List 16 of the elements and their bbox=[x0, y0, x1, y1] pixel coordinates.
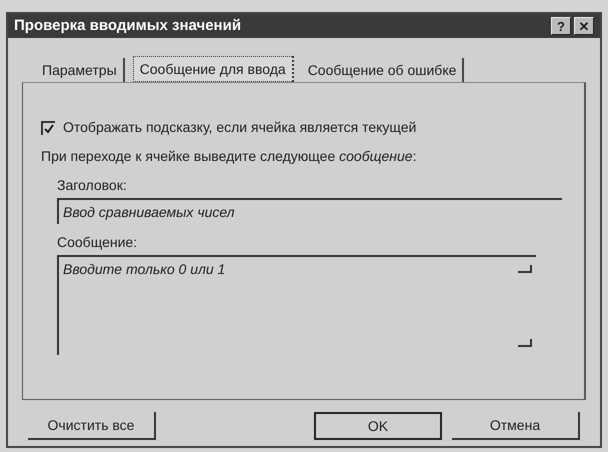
tab[interactable]: Параметры bbox=[36, 58, 125, 82]
checkbox-label: Отображать подсказку, если ячейка является текущей bbox=[63, 118, 416, 137]
tab[interactable]: Сообщение об ошибке bbox=[302, 58, 464, 82]
clear-button[interactable]: Очистить все bbox=[28, 412, 156, 440]
tab[interactable]: Сообщение для ввода bbox=[132, 56, 294, 82]
help-button[interactable]: ? bbox=[551, 17, 571, 35]
close-button[interactable]: ✕ bbox=[574, 17, 594, 35]
checkbox[interactable] bbox=[41, 120, 55, 134]
message-text-area[interactable]: Вводите только 0 или 1 bbox=[57, 255, 536, 355]
field-label: Сообщение: bbox=[57, 233, 138, 252]
field-label: Заголовок: bbox=[57, 176, 128, 195]
dialog-button[interactable]: OK bbox=[314, 412, 442, 440]
window-title: Проверка вводимых значений bbox=[14, 16, 242, 36]
dialog-button[interactable]: Отмена bbox=[452, 412, 580, 440]
title-input-field[interactable]: Ввод сравниваемых чисел bbox=[57, 198, 562, 224]
instruction-text: При переходе к ячейке выведите следующее сообщение: bbox=[41, 147, 418, 166]
